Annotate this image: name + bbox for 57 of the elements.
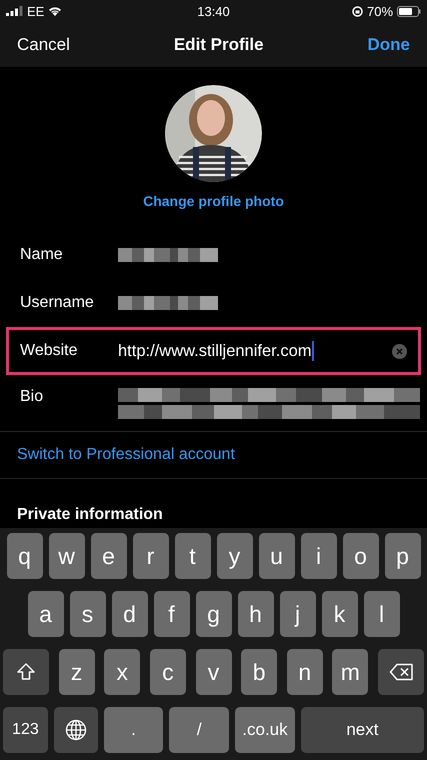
backspace-icon	[388, 663, 414, 681]
letter-key[interactable]: c	[150, 649, 186, 695]
letter-key[interactable]: g	[196, 591, 232, 637]
letter-key[interactable]: k	[322, 591, 358, 637]
keyboard-key[interactable]: /	[169, 707, 230, 753]
section-heading: Private information	[16, 506, 164, 525]
delete-key[interactable]	[378, 649, 424, 695]
letter-key[interactable]: h	[238, 591, 274, 637]
letter-key[interactable]: m	[332, 649, 368, 695]
keyboard-key[interactable]: .co.uk	[235, 707, 295, 753]
letter-key[interactable]: f	[154, 591, 190, 637]
letter-key[interactable]: b	[241, 649, 278, 695]
letter-key[interactable]: o	[342, 533, 378, 579]
battery-icon	[397, 6, 422, 16]
letter-key[interactable]: e	[90, 533, 126, 579]
rotation-lock-icon	[352, 6, 363, 16]
letter-key[interactable]: p	[384, 533, 420, 579]
next-key[interactable]: next	[300, 707, 424, 753]
carrier-name: EE	[27, 4, 44, 18]
clock-time: 13:40	[197, 4, 230, 18]
letter-key[interactable]: x	[104, 649, 140, 695]
change-photo-link[interactable]: Change profile photo	[143, 193, 284, 209]
globe-key[interactable]	[54, 707, 98, 753]
signal-icon	[6, 6, 23, 16]
letter-key[interactable]: s	[70, 591, 106, 637]
shift-icon	[16, 662, 36, 682]
shift-key[interactable]	[3, 649, 49, 695]
done-button[interactable]: Done	[368, 34, 410, 54]
letter-key[interactable]: q	[6, 533, 42, 579]
screen-title: Edit Profile	[174, 34, 264, 54]
field-label: Bio	[20, 388, 44, 406]
cancel-button[interactable]: Cancel	[17, 34, 70, 54]
text-cursor	[312, 341, 314, 361]
letter-key[interactable]: l	[364, 591, 400, 637]
battery-percent: 70%	[366, 4, 394, 18]
website-value: http://www.stilljennifer.com	[118, 342, 312, 360]
letter-key[interactable]: n	[286, 649, 323, 695]
letter-key[interactable]: y	[216, 533, 252, 579]
letter-key[interactable]: w	[48, 533, 84, 579]
letter-key[interactable]: t	[174, 533, 210, 579]
globe-icon	[64, 719, 87, 741]
letter-key[interactable]: z	[58, 649, 95, 695]
letter-key[interactable]: a	[28, 591, 64, 637]
field-label: Website	[20, 342, 79, 360]
wifi-icon	[48, 6, 62, 16]
letter-key[interactable]: j	[280, 591, 316, 637]
switch-account-link[interactable]: Switch to Professional account	[0, 432, 427, 478]
letter-key[interactable]: d	[112, 591, 148, 637]
numbers-key[interactable]: 123	[3, 707, 48, 753]
keyboard-key[interactable]: .	[104, 707, 164, 753]
field-label: Username	[20, 294, 95, 312]
letter-key[interactable]: u	[258, 533, 294, 579]
letter-key[interactable]: r	[132, 533, 168, 579]
field-label: Name	[20, 246, 64, 264]
clear-icon[interactable]	[392, 344, 407, 358]
letter-key[interactable]: v	[196, 649, 232, 695]
letter-key[interactable]: i	[300, 533, 336, 579]
